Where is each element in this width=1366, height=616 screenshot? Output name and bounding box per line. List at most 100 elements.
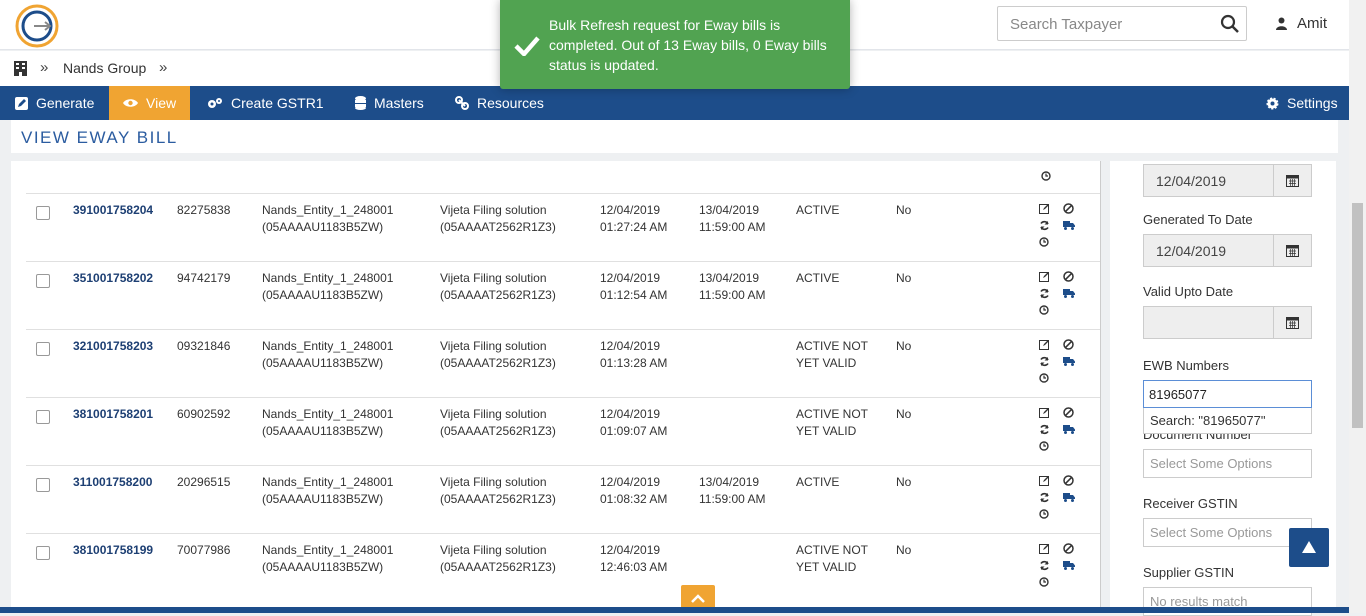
calendar-icon	[1286, 317, 1299, 329]
cell-flag: No	[896, 202, 911, 219]
link-icon	[455, 96, 469, 110]
cell-line: ACTIVE	[796, 271, 840, 285]
cell-ewb[interactable]: 391001758204	[73, 202, 153, 219]
cell-line: 12:46:03 AM	[600, 560, 668, 574]
cell-line: 12/04/2019	[600, 339, 661, 353]
row-checkbox[interactable]	[36, 342, 50, 356]
cell-line: 381001758201	[73, 407, 154, 421]
app-logo[interactable]	[14, 3, 60, 49]
cell-to: Vijeta Filing solution (05AAAAT2562R1Z3)	[440, 338, 556, 372]
cell-ewb[interactable]: 381001758201	[73, 406, 153, 423]
cell-line: YET VALID	[796, 560, 857, 574]
cell-line: 82275838	[177, 203, 231, 217]
search-placeholder: Search Taxpayer	[1010, 16, 1123, 33]
gears-icon	[208, 97, 222, 108]
user-menu[interactable]: Amit	[1276, 15, 1327, 32]
cell-doc: 70077986	[177, 542, 230, 559]
cell-to: Vijeta Filing solution (05AAAAT2562R1Z3)	[440, 542, 556, 576]
cell-ewb[interactable]: 321001758203	[73, 338, 153, 355]
cell-flag: No	[896, 270, 911, 287]
cell-ewb[interactable]: 351001758202	[73, 270, 153, 287]
valid-upto-date-field[interactable]	[1143, 306, 1312, 339]
calendar-button[interactable]	[1273, 235, 1311, 266]
cell-status1: ACTIVE	[796, 270, 839, 287]
nav-settings-label: Settings	[1287, 95, 1338, 111]
cell-line: (05AAAAT2562R1Z3)	[440, 560, 556, 574]
cell-flag: No	[896, 406, 911, 423]
cell-ewb[interactable]: 381001758199	[73, 542, 153, 559]
nav-view[interactable]: View	[109, 86, 191, 120]
generated-from-date-field[interactable]: 12/04/2019	[1143, 164, 1312, 197]
scroll-top-button[interactable]	[1289, 528, 1329, 567]
cell-ewb[interactable]: 311001758200	[73, 474, 152, 491]
generated-to-date-field[interactable]: 12/04/2019	[1143, 234, 1312, 267]
page-scrollbar[interactable]	[1349, 0, 1366, 613]
row-checkbox[interactable]	[36, 546, 50, 560]
nav-view-label: View	[146, 95, 177, 111]
chevron-up-icon	[691, 594, 705, 603]
cell-doc: 60902592	[177, 406, 230, 423]
cell-line: ACTIVE NOT	[796, 543, 869, 557]
cell-to: Vijeta Filing solution (05AAAAT2562R1Z3)	[440, 474, 556, 508]
row-checkbox[interactable]	[36, 410, 50, 424]
nav-generate-label: Generate	[36, 95, 95, 111]
row-checkbox[interactable]	[36, 478, 50, 492]
receiver-gstin-select[interactable]: Select Some Options	[1143, 518, 1312, 547]
main-nav: Generate View Create GSTR1 Masters Resou…	[0, 86, 1366, 120]
nav-create-gstr1[interactable]: Create GSTR1	[207, 86, 324, 120]
search-taxpayer-input[interactable]: Search Taxpayer	[997, 6, 1247, 41]
cell-line: 13/04/2019	[699, 203, 760, 217]
cell-line: 13/04/2019	[699, 475, 760, 489]
cell-line: Vijeta Filing solution	[440, 339, 547, 353]
nav-settings[interactable]: Settings	[1266, 86, 1338, 120]
row-checkbox[interactable]	[36, 206, 50, 220]
cell-flag: No	[896, 338, 911, 355]
clock-icon[interactable]	[1041, 171, 1051, 181]
footer-bar	[0, 607, 1366, 613]
row-checkbox[interactable]	[36, 274, 50, 288]
cell-line: 351001758202	[73, 271, 154, 285]
cell-line: 11:59:00 AM	[699, 288, 766, 302]
document-number-select[interactable]: Select Some Options	[1143, 449, 1312, 478]
nav-masters[interactable]: Masters	[355, 86, 424, 120]
scrollbar-thumb[interactable]	[1352, 203, 1363, 428]
cell-line: ACTIVE	[796, 203, 840, 217]
cell-from: Nands_Entity_1_248001 (05AAAAU1183B5ZW)	[262, 270, 393, 304]
cell-gen-date: 12/04/2019 01:08:32 AM	[600, 474, 667, 508]
page-title: VIEW EWAY BILL	[21, 128, 178, 147]
generated-to-value: 12/04/2019	[1156, 243, 1227, 259]
cell-valid-date: 13/04/2019 11:59:00 AM	[699, 202, 766, 236]
cell-gen-date: 12/04/2019 01:27:24 AM	[600, 202, 667, 236]
gear-icon	[1266, 97, 1279, 109]
cell-line: YET VALID	[796, 356, 857, 370]
success-toast[interactable]: Bulk Refresh request for Eway bills is c…	[500, 0, 850, 89]
breadcrumb-separator-icon: »	[159, 59, 168, 76]
search-icon[interactable]	[1220, 14, 1240, 34]
cell-line: No	[896, 543, 912, 557]
nav-resources[interactable]: Resources	[455, 86, 544, 120]
cell-line: Nands_Entity_1_248001	[262, 339, 394, 353]
breadcrumb-group[interactable]: Nands Group	[63, 60, 146, 76]
cell-status1: ACTIVE NOT YET VALID	[796, 542, 868, 576]
cell-line: 70077986	[177, 543, 231, 557]
building-icon[interactable]	[14, 61, 27, 76]
cell-line: Vijeta Filing solution	[440, 407, 547, 421]
nav-generate[interactable]: Generate	[15, 86, 94, 120]
cell-line: (05AAAAT2562R1Z3)	[440, 356, 556, 370]
cell-line: 311001758200	[73, 475, 153, 489]
generated-to-label: Generated To Date	[1143, 212, 1253, 227]
calendar-button[interactable]	[1273, 307, 1311, 338]
table-row: 321001758203 09321846 Nands_Entity_1_24800…	[26, 329, 1100, 397]
cell-status1: ACTIVE NOT YET VALID	[796, 338, 868, 372]
cell-doc: 82275838	[177, 202, 230, 219]
cell-line: Nands_Entity_1_248001	[262, 407, 394, 421]
ewb-numbers-input[interactable]: 81965077	[1143, 380, 1312, 408]
calendar-button[interactable]	[1273, 165, 1311, 196]
cell-from: Nands_Entity_1_248001 (05AAAAU1183B5ZW)	[262, 406, 393, 440]
toast-message: Bulk Refresh request for Eway bills is c…	[549, 17, 827, 73]
calendar-icon	[1286, 175, 1299, 187]
cell-line: 12/04/2019	[600, 543, 661, 557]
ewb-search-suggestion[interactable]: Search: "81965077"	[1143, 408, 1312, 434]
cell-line: (05AAAAT2562R1Z3)	[440, 220, 556, 234]
cell-gen-date: 12/04/2019 01:12:54 AM	[600, 270, 667, 304]
